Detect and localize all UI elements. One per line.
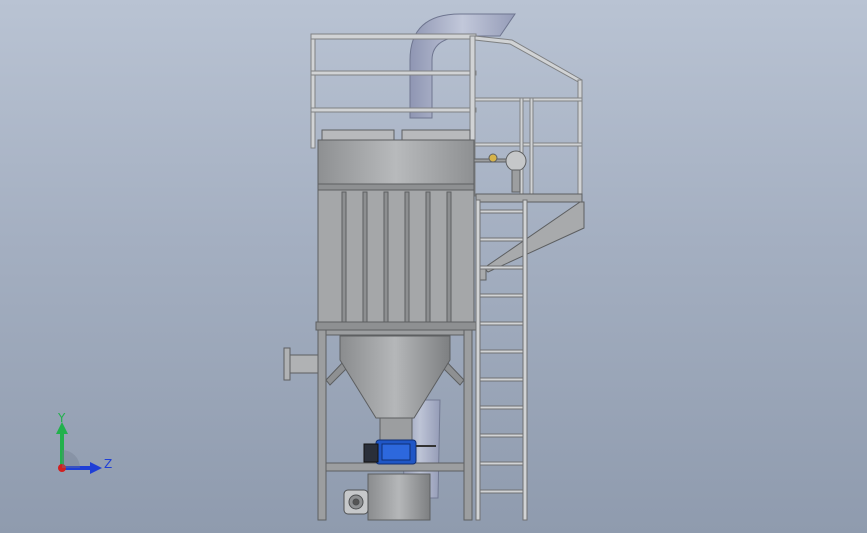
valve-motor — [363, 443, 379, 463]
y-axis-label: Y — [57, 411, 66, 425]
dust-collector-model — [283, 13, 585, 521]
roof-cover-right — [401, 129, 471, 141]
top-duct — [409, 13, 516, 119]
z-axis-label: Z — [104, 457, 112, 471]
clean-air-plenum — [317, 139, 475, 185]
compressed-air-tank — [473, 150, 527, 193]
orientation-triad: Y Z — [56, 411, 112, 474]
discharge-bin — [367, 473, 431, 521]
fan-motor — [343, 489, 369, 515]
roof-cover-left — [321, 129, 395, 141]
side-inlet — [283, 347, 319, 381]
cad-viewport[interactable] — [0, 0, 867, 533]
